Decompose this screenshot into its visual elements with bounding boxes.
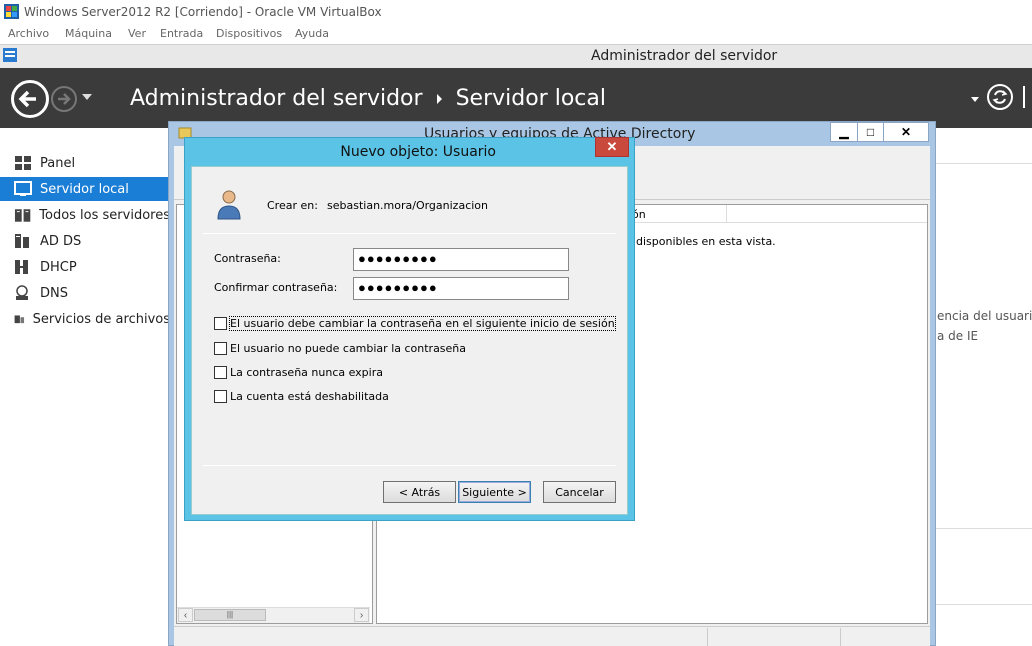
server-icon bbox=[14, 181, 32, 196]
dialog-divider bbox=[203, 465, 616, 466]
sidebar-item-servidor-local[interactable]: Servidor local bbox=[0, 177, 170, 201]
checkbox[interactable] bbox=[214, 366, 227, 379]
sidebar-item-label: Servicios de archivos bbox=[32, 311, 170, 327]
password-field[interactable]: ●●●●●●●●● bbox=[353, 248, 569, 271]
sidebar-item-dns[interactable]: DNS bbox=[0, 281, 170, 305]
confirm-password-label: Confirmar contraseña: bbox=[214, 281, 338, 294]
sidebar-item-ad-ds[interactable]: AD DS bbox=[0, 229, 170, 253]
checkbox-label[interactable]: El usuario no puede cambiar la contraseñ… bbox=[230, 342, 466, 355]
back-arrow-icon[interactable] bbox=[11, 80, 49, 118]
checkbox-must-change-password[interactable]: El usuario debe cambiar la contraseña en… bbox=[214, 316, 616, 331]
server-properties-panel bbox=[936, 128, 1032, 646]
property-text: a de IE bbox=[937, 329, 979, 343]
sidebar-item-panel[interactable]: Panel bbox=[0, 151, 170, 175]
maximize-button[interactable]: □ bbox=[857, 122, 884, 142]
cancel-button[interactable]: Cancelar bbox=[543, 481, 616, 503]
breadcrumb-separator-icon bbox=[436, 93, 442, 104]
menu-dispositivos[interactable]: Dispositivos bbox=[216, 27, 282, 40]
next-button[interactable]: Siguiente > bbox=[458, 481, 531, 503]
sidebar: Panel Servidor local Todos los servidore… bbox=[0, 128, 170, 646]
minimize-button[interactable]: ▁ bbox=[830, 122, 858, 142]
ad-ds-icon bbox=[15, 234, 29, 248]
refresh-icon[interactable] bbox=[987, 84, 1013, 110]
sidebar-item-dhcp[interactable]: DHCP bbox=[0, 255, 170, 279]
create-in-value: sebastian.mora/Organizacion bbox=[327, 199, 489, 212]
divider bbox=[936, 528, 1032, 529]
dns-icon bbox=[16, 285, 28, 300]
vbox-menubar bbox=[0, 24, 1032, 44]
checkbox-cannot-change-password[interactable]: El usuario no puede cambiar la contraseñ… bbox=[214, 342, 466, 355]
user-icon bbox=[217, 190, 241, 220]
menu-ayuda[interactable]: Ayuda bbox=[295, 27, 329, 40]
checkbox-label[interactable]: El usuario debe cambiar la contraseña en… bbox=[229, 316, 616, 331]
dashboard-icon bbox=[15, 156, 31, 170]
create-in-label: Crear en: bbox=[267, 199, 318, 212]
status-separator bbox=[707, 628, 708, 646]
scroll-right-icon[interactable]: › bbox=[354, 608, 369, 622]
checkbox-account-disabled[interactable]: La cuenta está deshabilitada bbox=[214, 390, 389, 403]
breadcrumb-root[interactable]: Administrador del servidor bbox=[130, 86, 423, 111]
sidebar-item-servicios-de-archivos[interactable]: Servicios de archivos bbox=[0, 307, 170, 331]
checkbox[interactable] bbox=[214, 317, 227, 330]
password-label: Contraseña: bbox=[214, 252, 281, 265]
virtualbox-icon bbox=[4, 4, 19, 19]
forward-arrow-icon[interactable] bbox=[51, 86, 77, 112]
checkbox-label[interactable]: La contraseña nunca expira bbox=[230, 366, 383, 379]
dhcp-icon bbox=[15, 260, 28, 274]
header-divider bbox=[1023, 86, 1025, 108]
status-bar bbox=[174, 626, 930, 646]
checkbox-password-never-expires[interactable]: La contraseña nunca expira bbox=[214, 366, 383, 379]
checkbox-label[interactable]: La cuenta está deshabilitada bbox=[230, 390, 389, 403]
dialog-close-button[interactable]: ✕ bbox=[595, 137, 629, 157]
sidebar-item-label: DHCP bbox=[40, 259, 77, 275]
sidebar-item-label: Panel bbox=[40, 155, 76, 171]
sidebar-item-label: Servidor local bbox=[40, 181, 129, 197]
header-dropdown-icon[interactable] bbox=[971, 97, 979, 102]
confirm-password-field[interactable]: ●●●●●●●●● bbox=[353, 277, 569, 300]
close-button[interactable]: ✕ bbox=[883, 122, 929, 142]
empty-list-message: disponibles en esta vista. bbox=[636, 235, 776, 248]
property-text: encia del usuario bbox=[937, 309, 1032, 323]
scrollbar-thumb[interactable]: ||| bbox=[194, 609, 266, 621]
column-separator[interactable] bbox=[726, 205, 727, 223]
server-manager-titlebar bbox=[0, 44, 1032, 68]
menu-entrada[interactable]: Entrada bbox=[160, 27, 203, 40]
dialog-divider bbox=[203, 233, 616, 234]
sidebar-item-label: Todos los servidores bbox=[39, 207, 170, 223]
checkbox[interactable] bbox=[214, 390, 227, 403]
history-dropdown-icon[interactable] bbox=[82, 94, 92, 100]
server-manager-app-icon bbox=[3, 48, 17, 62]
divider bbox=[936, 163, 1032, 164]
checkbox[interactable] bbox=[214, 342, 227, 355]
divider bbox=[936, 604, 1032, 605]
servers-icon bbox=[14, 209, 31, 222]
back-button[interactable]: < Atrás bbox=[383, 481, 456, 503]
menu-ver[interactable]: Ver bbox=[128, 27, 146, 40]
server-manager-header: Administrador del servidor Servidor loca… bbox=[0, 68, 1032, 128]
dialog-title: Nuevo objeto: Usuario bbox=[340, 144, 496, 160]
menu-maquina[interactable]: Máquina bbox=[65, 27, 112, 40]
file-services-icon bbox=[14, 315, 25, 324]
status-separator bbox=[840, 628, 841, 646]
sidebar-item-label: DNS bbox=[40, 285, 68, 301]
vbox-window-title: Windows Server2012 R2 [Corriendo] - Orac… bbox=[24, 5, 382, 19]
menu-archivo[interactable]: Archivo bbox=[8, 27, 49, 40]
sidebar-item-label: AD DS bbox=[40, 233, 82, 249]
scroll-left-icon[interactable]: ‹ bbox=[178, 608, 193, 622]
sidebar-item-todos-los-servidores[interactable]: Todos los servidores bbox=[0, 203, 170, 227]
dialog-body bbox=[191, 166, 628, 515]
breadcrumb-current: Servidor local bbox=[455, 86, 606, 111]
breadcrumb: Administrador del servidor Servidor loca… bbox=[130, 86, 606, 111]
server-manager-window-title: Administrador del servidor bbox=[591, 48, 778, 64]
